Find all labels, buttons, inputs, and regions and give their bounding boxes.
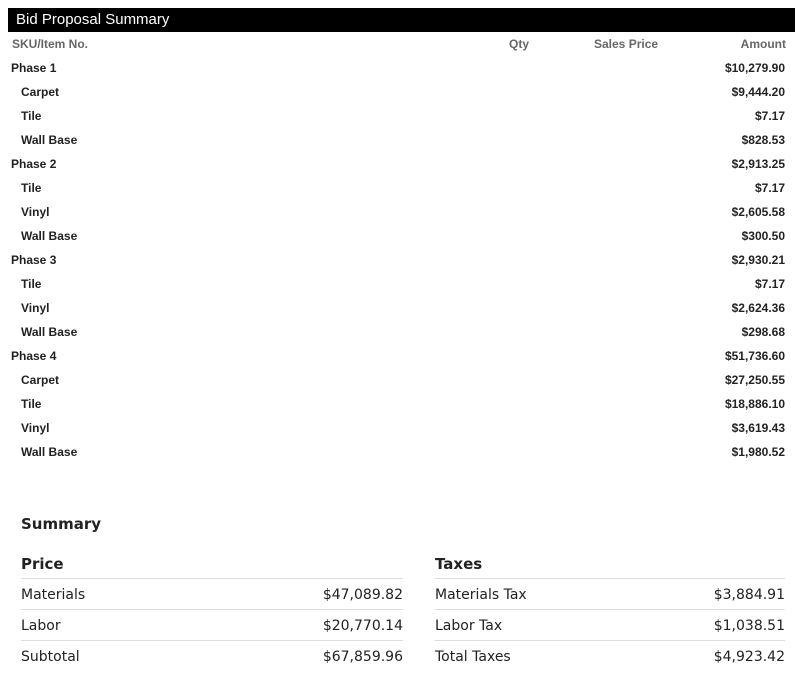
row-name: Vinyl [21, 421, 50, 435]
price-value: $47,089.82 [322, 587, 403, 603]
item-row: Tile $7.17 [8, 176, 795, 200]
row-name: Tile [21, 397, 42, 411]
phase-row: Phase 4 $51,736.60 [8, 344, 795, 368]
item-row: Tile $18,886.10 [8, 392, 795, 416]
row-amount: $51,736.60 [724, 349, 785, 363]
row-name: Tile [21, 277, 42, 291]
row-amount: $27,250.55 [724, 373, 785, 387]
page-title: Bid Proposal Summary [8, 8, 795, 32]
column-header-sku: SKU/Item No. [12, 37, 89, 51]
row-amount: $298.68 [741, 325, 785, 339]
tax-label: Labor Tax [435, 618, 503, 634]
row-amount: $1,980.52 [731, 445, 785, 459]
item-row: Wall Base $1,980.52 [8, 440, 795, 464]
tax-row-materials: Materials Tax $3,884.91 [435, 579, 785, 610]
item-row: Wall Base $828.53 [8, 128, 795, 152]
column-header-amount: Amount [740, 37, 786, 51]
row-amount: $18,886.10 [724, 397, 785, 411]
price-label: Materials [21, 587, 86, 603]
row-amount: $7.17 [754, 181, 785, 195]
row-name: Phase 4 [11, 349, 57, 363]
line-items-table: Phase 1 $10,279.90 Carpet $9,444.20 Tile… [8, 56, 795, 464]
phase-row: Phase 1 $10,279.90 [8, 56, 795, 80]
price-row-subtotal: Subtotal $67,859.96 [21, 641, 403, 671]
price-value: $67,859.96 [322, 649, 403, 665]
row-name: Vinyl [21, 205, 50, 219]
row-amount: $2,624.36 [731, 301, 785, 315]
tax-label: Materials Tax [435, 587, 527, 603]
item-row: Vinyl $3,619.43 [8, 416, 795, 440]
row-amount: $7.17 [754, 109, 785, 123]
item-row: Tile $7.17 [8, 104, 795, 128]
row-name: Tile [21, 181, 42, 195]
tax-value: $3,884.91 [713, 587, 785, 603]
row-name: Carpet [21, 85, 60, 99]
item-row: Carpet $9,444.20 [8, 80, 795, 104]
summary-title: Summary [21, 515, 102, 533]
row-amount: $2,913.25 [731, 157, 785, 171]
row-amount: $7.17 [754, 277, 785, 291]
price-row-materials: Materials $47,089.82 [21, 579, 403, 610]
row-name: Carpet [21, 373, 60, 387]
taxes-panel: Taxes Materials Tax $3,884.91 Labor Tax … [435, 552, 785, 671]
row-name: Phase 3 [11, 253, 57, 267]
row-name: Tile [21, 109, 42, 123]
tax-row-total: Total Taxes $4,923.42 [435, 641, 785, 671]
tax-value: $1,038.51 [713, 618, 785, 634]
row-name: Wall Base [21, 133, 78, 147]
item-row: Carpet $27,250.55 [8, 368, 795, 392]
tax-row-labor: Labor Tax $1,038.51 [435, 610, 785, 641]
item-row: Vinyl $2,624.36 [8, 296, 795, 320]
row-amount: $3,619.43 [731, 421, 785, 435]
row-amount: $2,605.58 [731, 205, 785, 219]
item-row: Wall Base $300.50 [8, 224, 795, 248]
price-panel: Price Materials $47,089.82 Labor $20,770… [21, 552, 403, 671]
tax-value: $4,923.42 [713, 649, 785, 665]
price-row-labor: Labor $20,770.14 [21, 610, 403, 641]
item-row: Tile $7.17 [8, 272, 795, 296]
row-amount: $828.53 [741, 133, 785, 147]
row-name: Wall Base [21, 445, 78, 459]
tax-label: Total Taxes [435, 649, 511, 665]
row-name: Wall Base [21, 229, 78, 243]
row-amount: $300.50 [741, 229, 785, 243]
phase-row: Phase 2 $2,913.25 [8, 152, 795, 176]
phase-row: Phase 3 $2,930.21 [8, 248, 795, 272]
row-name: Vinyl [21, 301, 50, 315]
price-value: $20,770.14 [322, 618, 403, 634]
item-row: Vinyl $2,605.58 [8, 200, 795, 224]
column-header-sales-price: Sales Price [594, 37, 659, 51]
price-heading: Price [21, 552, 403, 579]
column-header-qty: Qty [509, 37, 530, 51]
row-name: Phase 2 [11, 157, 57, 171]
taxes-heading: Taxes [435, 552, 785, 579]
row-amount: $10,279.90 [724, 61, 785, 75]
row-name: Phase 1 [11, 61, 57, 75]
row-amount: $2,930.21 [731, 253, 785, 267]
price-label: Subtotal [21, 649, 80, 665]
item-row: Wall Base $298.68 [8, 320, 795, 344]
price-label: Labor [21, 618, 61, 634]
row-amount: $9,444.20 [731, 85, 785, 99]
row-name: Wall Base [21, 325, 78, 339]
